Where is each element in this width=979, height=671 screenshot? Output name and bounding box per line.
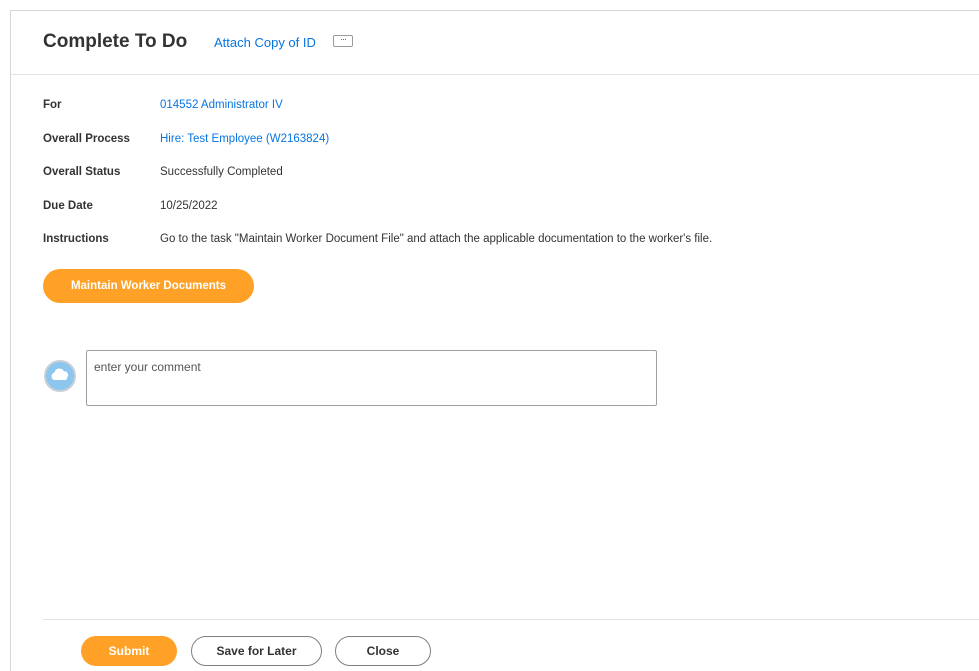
maintain-worker-documents-button[interactable]: Maintain Worker Documents [43, 269, 254, 303]
field-value-link[interactable]: Hire: Test Employee (W2163824) [160, 133, 329, 145]
task-panel: Complete To Do Attach Copy of ID ··· For… [10, 10, 979, 671]
field-value: Go to the task "Maintain Worker Document… [160, 233, 713, 245]
field-label: Overall Status [43, 166, 121, 178]
close-button[interactable]: Close [335, 636, 431, 666]
submit-button[interactable]: Submit [81, 636, 177, 666]
footer-divider [43, 619, 979, 620]
field-label: Instructions [43, 233, 109, 245]
field-value: Successfully Completed [160, 166, 283, 178]
field-value: 10/25/2022 [160, 200, 218, 212]
field-value-link[interactable]: 014552 Administrator IV [160, 99, 283, 111]
page-title: Complete To Do [43, 31, 188, 52]
field-label: For [43, 99, 62, 111]
avatar [44, 360, 76, 392]
save-for-later-button[interactable]: Save for Later [191, 636, 322, 666]
comment-input[interactable] [86, 350, 657, 406]
field-label: Overall Process [43, 133, 130, 145]
task-name-link[interactable]: Attach Copy of ID [214, 35, 316, 50]
more-actions-icon[interactable]: ··· [333, 35, 353, 47]
page-header: Complete To Do Attach Copy of ID ··· [11, 11, 979, 75]
field-label: Due Date [43, 200, 93, 212]
cloud-icon [51, 368, 69, 380]
